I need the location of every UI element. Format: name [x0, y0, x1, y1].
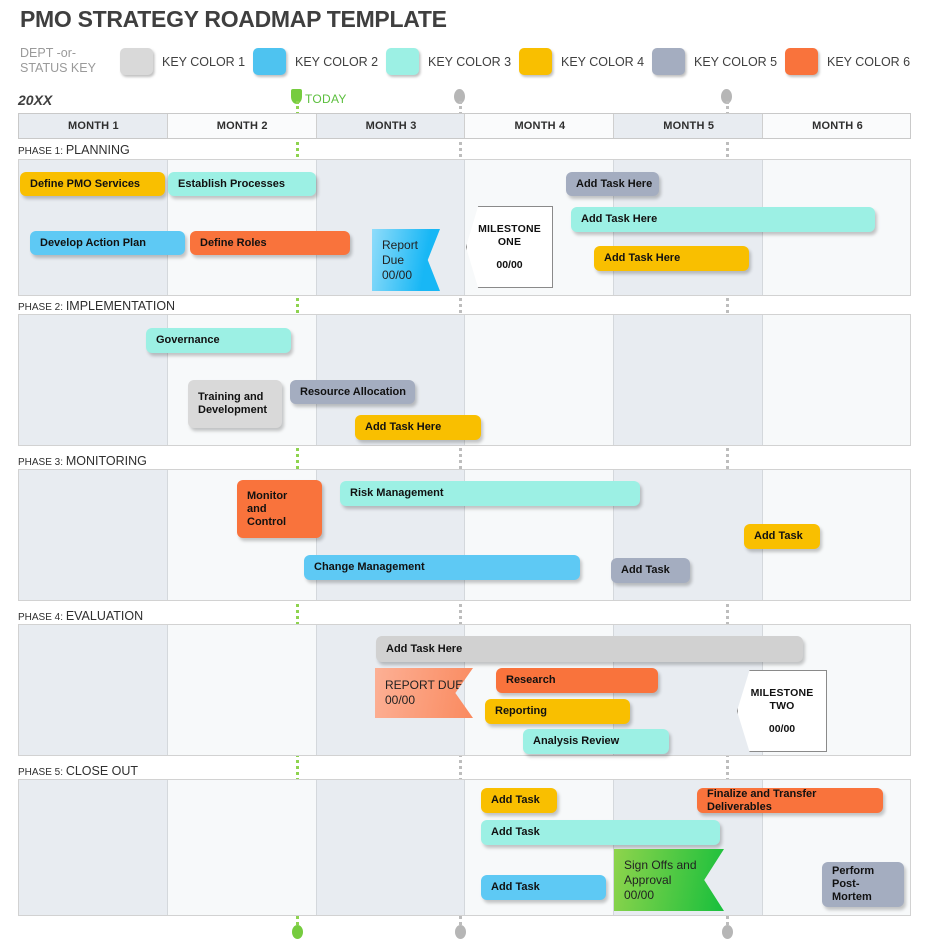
legend-text-2: KEY COLOR 2	[295, 54, 379, 69]
phase-4-label: PHASE 4: EVALUATION	[18, 609, 143, 623]
year-label: 20XX	[18, 92, 53, 108]
task-add-task-3[interactable]: Add Task	[481, 788, 557, 813]
task-change-management[interactable]: Change Management	[304, 555, 580, 580]
legend-swatch-3	[386, 48, 419, 75]
phase-3-name: MONITORING	[65, 454, 147, 468]
milestone-marker-1-foot-icon	[455, 925, 466, 939]
today-marker-foot-icon	[292, 925, 303, 939]
task-add-task-5[interactable]: Add Task	[481, 875, 606, 900]
milestone-one-date: 00/00	[496, 259, 523, 271]
phase-5-label: PHASE 5: CLOSE OUT	[18, 764, 138, 778]
task-add-task-here-4[interactable]: Add Task Here	[355, 415, 481, 440]
task-add-task-4[interactable]: Add Task	[481, 820, 720, 845]
task-analysis-review[interactable]: Analysis Review	[523, 729, 669, 754]
phase-2-column-4	[465, 315, 615, 445]
legend-item-4[interactable]: KEY COLOR 4	[519, 48, 644, 80]
task-research[interactable]: Research	[496, 668, 658, 693]
task-define-roles[interactable]: Define Roles	[190, 231, 350, 255]
task-risk-management[interactable]: Risk Management	[340, 481, 640, 506]
phase-2-name: IMPLEMENTATION	[65, 299, 176, 313]
task-finalize-and-transfer-deliverables[interactable]: Finalize and Transfer Deliverables	[697, 788, 883, 813]
month-header-4: MONTH 4	[465, 114, 615, 138]
phase-4-column-2	[168, 625, 317, 755]
legend-swatch-6	[785, 48, 818, 75]
phase-5-column-3	[316, 780, 466, 915]
month-header-5: MONTH 5	[614, 114, 764, 138]
month-header-row: MONTH 1 MONTH 2 MONTH 3 MONTH 4 MONTH 5 MONTH…	[18, 113, 911, 139]
legend-swatch-1	[120, 48, 153, 75]
page-title: PMO STRATEGY ROADMAP TEMPLATE	[20, 6, 447, 32]
task-add-task-here-5[interactable]: Add Task Here	[376, 636, 803, 662]
legend-label-line1: DEPT -or-	[20, 46, 77, 60]
phase-5-column-1	[19, 780, 168, 915]
task-perform-post-mortem[interactable]: Perform Post-Mortem	[822, 862, 904, 907]
month-header-6: MONTH 6	[812, 120, 863, 132]
legend-item-5[interactable]: KEY COLOR 5	[652, 48, 777, 80]
legend-text-6: KEY COLOR 6	[827, 54, 911, 69]
milestone-two-title: MILESTONE TWO	[750, 687, 814, 712]
phase-2-prefix: PHASE 2:	[18, 302, 66, 313]
task-reporting[interactable]: Reporting	[485, 699, 630, 724]
task-define-pmo-services[interactable]: Define PMO Services	[20, 172, 165, 196]
phase-3-column-1	[19, 470, 168, 600]
legend-label-line2: STATUS KEY	[20, 61, 96, 75]
task-monitor-and-control[interactable]: Monitor and Control	[237, 480, 322, 538]
legend-item-3[interactable]: KEY COLOR 3	[386, 48, 511, 80]
legend-swatch-5	[652, 48, 685, 75]
phase-5-name: CLOSE OUT	[65, 764, 139, 778]
today-label: TODAY	[305, 92, 347, 106]
legend-label: DEPT -or- STATUS KEY	[20, 46, 120, 76]
task-add-task-here-2[interactable]: Add Task Here	[571, 207, 875, 232]
phase-2-column-6	[763, 315, 912, 445]
month-header-2: MONTH 2	[168, 114, 317, 138]
task-add-task-1[interactable]: Add Task	[744, 524, 820, 549]
task-develop-action-plan[interactable]: Develop Action Plan	[30, 231, 185, 255]
legend-text-5: KEY COLOR 5	[694, 54, 778, 69]
phase-2-label: PHASE 2: IMPLEMENTATION	[18, 299, 175, 313]
task-training-and-development[interactable]: Training and Development	[188, 380, 282, 428]
milestone-one[interactable]: MILESTONE ONE 00/00	[466, 206, 553, 288]
month-header-1: MONTH 1	[19, 114, 168, 138]
legend-item-6[interactable]: KEY COLOR 6	[785, 48, 910, 80]
phase-4-column-1	[19, 625, 168, 755]
phase-3-prefix: PHASE 3:	[18, 457, 66, 468]
phase-4-name: EVALUATION	[65, 609, 144, 623]
milestone-two[interactable]: MILESTONE TWO 00/00	[737, 670, 827, 752]
task-resource-allocation[interactable]: Resource Allocation	[290, 380, 415, 404]
status-key-legend: DEPT -or- STATUS KEY KEY COLOR 1 KEY COLO…	[20, 46, 920, 84]
phase-1-name: PLANNING	[65, 143, 130, 157]
legend-text-1: KEY COLOR 1	[162, 54, 246, 69]
phase-5-prefix: PHASE 5:	[18, 767, 66, 778]
legend-item-2[interactable]: KEY COLOR 2	[253, 48, 378, 80]
milestone-marker-2-foot-icon	[722, 925, 733, 939]
legend-text-3: KEY COLOR 3	[428, 54, 512, 69]
month-header-3: MONTH 3	[316, 114, 466, 138]
phase-1-prefix: PHASE 1:	[18, 146, 66, 157]
phase-5-column-2	[168, 780, 317, 915]
legend-text-4: KEY COLOR 4	[561, 54, 645, 69]
milestone-two-date: 00/00	[768, 723, 796, 735]
milestone-one-title: MILESTONE ONE	[478, 223, 541, 248]
phase-4-prefix: PHASE 4:	[18, 612, 66, 623]
task-add-task-here-3[interactable]: Add Task Here	[594, 246, 749, 271]
task-establish-processes[interactable]: Establish Processes	[168, 172, 316, 196]
task-governance[interactable]: Governance	[146, 328, 291, 353]
legend-swatch-4	[519, 48, 552, 75]
legend-item-1[interactable]: KEY COLOR 1	[120, 48, 245, 80]
legend-swatch-2	[253, 48, 286, 75]
phase-1-label: PHASE 1: PLANNING	[18, 143, 130, 157]
phase-3-label: PHASE 3: MONITORING	[18, 454, 147, 468]
task-add-task-2[interactable]: Add Task	[611, 558, 690, 583]
task-add-task-here-1[interactable]: Add Task Here	[566, 172, 659, 196]
phase-2-column-5	[614, 315, 764, 445]
